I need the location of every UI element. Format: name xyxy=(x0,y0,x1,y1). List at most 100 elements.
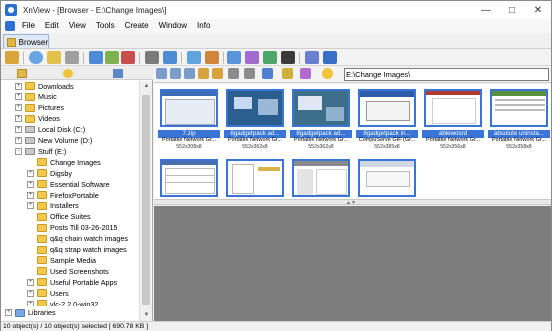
panel-splitter[interactable]: ▲▼ xyxy=(154,199,551,206)
expand-icon[interactable]: + xyxy=(27,289,34,297)
thumbnail-item[interactable]: absolute uninsta... Portable Network Gr..… xyxy=(488,87,550,153)
menu-create[interactable]: Create xyxy=(120,19,154,33)
expand-icon[interactable]: + xyxy=(15,115,22,123)
tree-item[interactable]: + Local Disk (C:) xyxy=(15,125,85,135)
tree-item[interactable]: Used Screenshots xyxy=(27,266,109,276)
tree-item[interactable]: + Users xyxy=(27,288,69,298)
tree-item[interactable]: Posts Till 03-26-2015 xyxy=(27,223,118,233)
tag-icon[interactable] xyxy=(282,68,293,79)
minimize-button[interactable]: — xyxy=(473,1,499,19)
menu-info[interactable]: Info xyxy=(192,19,215,33)
scroll-thumb[interactable] xyxy=(142,95,150,305)
tree-item[interactable]: Office Suites xyxy=(27,212,91,222)
expand-icon[interactable]: + xyxy=(5,309,12,316)
info-icon[interactable] xyxy=(323,51,337,64)
tree-item-label: Music xyxy=(38,92,57,102)
toolbar-separator xyxy=(139,52,140,64)
tree-item[interactable]: + Pictures xyxy=(15,103,64,113)
favorites-tab-icon[interactable] xyxy=(63,69,73,78)
open-icon[interactable] xyxy=(89,51,103,64)
expand-icon[interactable]: + xyxy=(27,180,34,188)
tree-item[interactable]: + Installers xyxy=(27,201,79,211)
print-icon[interactable] xyxy=(145,51,159,64)
tree-item[interactable]: q&q chain watch images xyxy=(27,234,128,244)
thumbnail-item[interactable]: 7.zip Portable Network Gr... 552x308x8 xyxy=(158,87,220,153)
scroll-down-icon[interactable]: ▼ xyxy=(140,310,153,321)
scan-icon[interactable] xyxy=(163,51,177,64)
folder-icon xyxy=(25,92,35,101)
thumbnail-image xyxy=(226,89,284,127)
help-icon[interactable] xyxy=(305,51,319,64)
web-icon[interactable] xyxy=(263,51,277,64)
up-icon[interactable] xyxy=(184,68,195,79)
tree-item[interactable]: - Stuff (E:) xyxy=(15,146,66,156)
menu-tools[interactable]: Tools xyxy=(91,19,120,33)
address-input[interactable] xyxy=(344,68,549,81)
toolbar-separator xyxy=(181,52,182,64)
folders-tab-icon[interactable] xyxy=(17,69,27,78)
window-controls: — □ ✕ xyxy=(473,1,551,19)
expand-icon[interactable]: + xyxy=(15,93,22,101)
expand-icon[interactable]: + xyxy=(27,278,34,286)
tree-item-label: Digsby xyxy=(50,168,72,178)
expand-icon[interactable]: + xyxy=(15,82,22,90)
tree-item[interactable]: + FirefoxPortable xyxy=(27,190,99,200)
settings-icon[interactable] xyxy=(281,51,295,64)
tree-item[interactable]: + Videos xyxy=(15,114,60,124)
drive-icon xyxy=(25,147,35,155)
browse-icon[interactable] xyxy=(212,68,223,79)
convert-icon[interactable] xyxy=(205,51,219,64)
scroll-up-icon[interactable]: ▲ xyxy=(140,81,153,92)
tree-item[interactable]: + Digsby xyxy=(27,168,72,178)
tree-item[interactable]: Change Images xyxy=(27,157,101,167)
tree-item[interactable]: Sample Media xyxy=(27,255,96,265)
forward-icon[interactable] xyxy=(170,68,181,79)
thumbnail-item[interactable]: 8gadgetpack ad... Portable Network Gr... 5… xyxy=(224,87,286,153)
close-button[interactable]: ✕ xyxy=(525,1,551,19)
tree-item[interactable]: + Downloads xyxy=(15,81,74,91)
expand-icon[interactable]: + xyxy=(15,104,22,112)
tree-item-libraries[interactable]: + Libraries xyxy=(1,306,139,319)
menu-view[interactable]: View xyxy=(64,19,91,33)
tree-item[interactable]: + Music xyxy=(15,92,57,102)
expand-icon[interactable]: + xyxy=(27,202,34,210)
back-icon[interactable] xyxy=(156,68,167,79)
toolbar-separator xyxy=(299,52,300,64)
expand-icon[interactable]: + xyxy=(27,169,34,177)
tree-item[interactable]: + Useful Portable Apps xyxy=(27,277,117,287)
refresh-icon[interactable] xyxy=(29,51,43,64)
new-folder-icon[interactable] xyxy=(198,68,209,79)
expand-icon[interactable]: + xyxy=(15,126,22,134)
menu-window[interactable]: Window xyxy=(154,19,192,33)
thumbnail-item[interactable]: 8gadgetpack ad... Portable Network Gr... 5… xyxy=(290,87,352,153)
tree-item[interactable]: + New Volume (D:) xyxy=(15,136,92,146)
document-menu-icon[interactable] xyxy=(5,21,15,31)
capture-icon[interactable] xyxy=(245,51,259,64)
favorites-icon[interactable] xyxy=(47,51,61,64)
menu-edit[interactable]: Edit xyxy=(40,19,64,33)
star-rating-icon[interactable] xyxy=(322,68,333,79)
delete-icon[interactable] xyxy=(121,51,135,64)
menu-file[interactable]: File xyxy=(17,19,40,33)
thumbnail-image xyxy=(226,159,284,197)
collapse-icon[interactable]: - xyxy=(15,147,22,155)
filter-icon[interactable] xyxy=(65,51,79,64)
thumbnail-item[interactable]: 8gadgetpack in... CompuServe GIF (Gr... 55… xyxy=(356,87,418,153)
expand-icon[interactable]: + xyxy=(15,137,22,144)
maximize-button[interactable]: □ xyxy=(499,1,525,19)
thumbnail-item[interactable]: ablewosrd Portable Network Gr... 552x356x8 xyxy=(422,87,484,153)
tree-item[interactable]: + Essential Software xyxy=(27,179,110,189)
filter-dropdown-icon[interactable] xyxy=(262,68,273,79)
color-label-icon[interactable] xyxy=(300,68,311,79)
folder-up-icon[interactable] xyxy=(5,51,19,64)
view-mode-icon[interactable] xyxy=(228,68,239,79)
image-icon[interactable] xyxy=(227,51,241,64)
copy-icon[interactable] xyxy=(105,51,119,64)
tree-item[interactable]: q&q strap watch images xyxy=(27,245,127,255)
categories-tab-icon[interactable] xyxy=(113,69,123,78)
tree-scrollbar[interactable]: ▲ ▼ xyxy=(139,81,152,321)
sort-icon[interactable] xyxy=(244,68,255,79)
slideshow-icon[interactable] xyxy=(187,51,201,64)
tab-browser[interactable]: Browser xyxy=(3,34,49,49)
expand-icon[interactable]: + xyxy=(27,191,34,199)
